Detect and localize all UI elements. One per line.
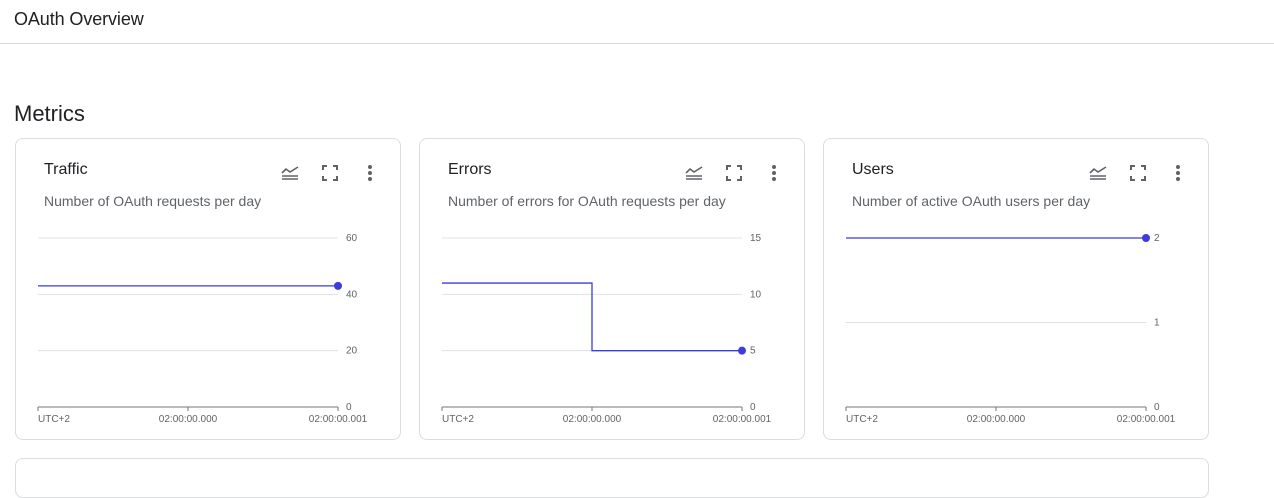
x-tick-label: 02:00:00.000 [563,414,622,425]
metric-card-errors: Errors Number of errors for OAuth reques… [419,138,805,440]
series-end-point [738,346,746,355]
metric-card-partial [15,458,1209,498]
x-tick-label: 02:00:00.000 [159,414,218,425]
x-tick-label: UTC+2 [442,414,474,425]
series-end-point [1142,234,1150,242]
y-tick-label: 60 [346,233,358,244]
y-tick-label: 15 [750,233,762,244]
y-tick-label: 10 [750,289,762,300]
x-tick-label: UTC+2 [846,414,878,425]
y-tick-label: 5 [750,346,756,357]
line-chart: 0 20 40 60 UTC+2 02:00:00.000 02:00:00.001 [37,233,368,425]
top-bar: OAuth Overview [0,0,1274,44]
x-tick-label: 02:00:00.001 [309,414,368,425]
x-tick-label: UTC+2 [38,414,70,425]
y-tick-label: 2 [1154,233,1160,244]
y-tick-label: 1 [1154,318,1160,329]
section-title-metrics: Metrics [14,101,85,126]
x-tick-label: 02:00:00.001 [713,414,772,425]
line-chart: 0 5 10 15 UTC+2 02:00:00.000 02:00:00.001 [441,233,772,425]
y-tick-label: 40 [346,289,358,300]
x-tick-label: 02:00:00.001 [1117,414,1176,425]
series-line [442,282,742,352]
y-tick-label: 0 [346,402,352,413]
page-title: OAuth Overview [14,9,144,29]
y-tick-label: 0 [750,402,756,413]
y-tick-label: 0 [1154,402,1160,413]
y-tick-label: 20 [346,346,358,357]
series-end-point [334,281,342,290]
metric-card-users: Users Number of active OAuth users per d… [823,138,1209,440]
x-tick-label: 02:00:00.000 [967,414,1026,425]
metric-card-traffic: Traffic Number of OAuth requests per day… [15,138,401,440]
line-chart: 0 1 2 UTC+2 02:00:00.000 02:00:00.001 [845,233,1176,425]
